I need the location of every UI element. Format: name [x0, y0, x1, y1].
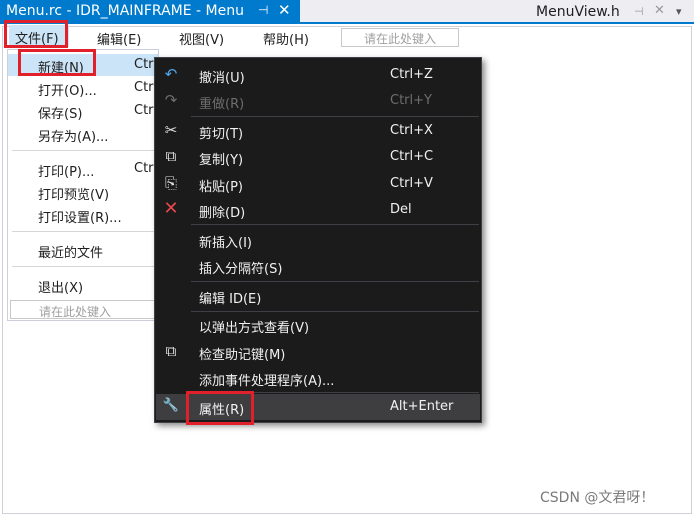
file-menu-item-print-preview[interactable]: 打印预览(V) [8, 181, 158, 203]
designer-menubar: 文件(F) 编辑(E) 视图(V) 帮助(H) 请在此处键入 [3, 25, 691, 49]
context-item-edit-id[interactable]: 编辑 ID(E) [156, 283, 480, 309]
menu-item-label: 最近的文件 [38, 246, 104, 261]
menu-separator [191, 116, 479, 117]
redo-icon: ↷ [164, 91, 178, 109]
menu-item-shortcut: Ctrl+Y [390, 93, 432, 108]
highlight-box-properties [186, 391, 254, 425]
menu-separator [12, 231, 156, 232]
file-menu-item-save[interactable]: 保存(S) Ctr [8, 100, 158, 122]
context-item-copy[interactable]: ⧉ 复制(Y) Ctrl+C [156, 144, 480, 170]
menu-item-label: 打印设置(R)... [38, 211, 122, 226]
menu-item-label: 重做(R) [199, 97, 245, 112]
context-item-redo[interactable]: ↷ 重做(R) Ctrl+Y [156, 88, 480, 114]
menu-separator [12, 266, 156, 267]
menu-item-shortcut: Alt+Enter [390, 399, 454, 414]
context-item-undo[interactable]: ↶ 撤消(U) Ctrl+Z [156, 62, 480, 88]
menu-item-label: 删除(D) [199, 206, 246, 221]
menu-item-label: 撤消(U) [199, 71, 245, 86]
highlight-box-new [18, 49, 96, 76]
menu-item-label: 粘贴(P) [199, 180, 243, 195]
menu-item-label: 退出(X) [38, 281, 84, 296]
menu-item-label: 打印(P)... [38, 165, 95, 180]
pin-icon[interactable]: ⊣ [258, 3, 268, 17]
context-item-add-event-handler[interactable]: 添加事件处理程序(A)... [156, 365, 480, 391]
file-dropdown-menu: 新建(N) Ctrl 打开(O)... Ctrl 保存(S) Ctr 另存为(A… [7, 49, 160, 321]
file-menu-item-open[interactable]: 打开(O)... Ctrl [8, 77, 158, 99]
file-menu-item-exit[interactable]: 退出(X) [8, 274, 158, 296]
wrench-icon: 🔧 [162, 398, 180, 413]
menu-item-shortcut: Ctr [134, 103, 154, 118]
menubar-item-view[interactable]: 视图(V) [179, 29, 224, 48]
file-menu-item-save-as[interactable]: 另存为(A)... [8, 123, 158, 145]
menu-item-shortcut: Ctrl+Z [390, 67, 433, 82]
context-item-paste[interactable]: ⎘ 粘贴(P) Ctrl+V [156, 171, 480, 197]
menubar-item-help[interactable]: 帮助(H) [263, 29, 309, 48]
menu-item-label: 检查助记键(M) [199, 348, 286, 363]
document-tab-strip: Menu.rc - IDR_MAINFRAME - Menu ⊣ ✕ MenuV… [0, 0, 694, 24]
check-mnemonics-icon: ⧉ [165, 342, 177, 360]
file-menu-item-print-setup[interactable]: 打印设置(R)... [8, 204, 158, 226]
menu-item-shortcut: Ctrl+X [390, 123, 433, 138]
menubar-item-edit[interactable]: 编辑(E) [97, 29, 141, 48]
menu-item-label: 另存为(A)... [38, 130, 109, 145]
context-item-delete[interactable]: ✕ 删除(D) Del [156, 197, 480, 223]
context-item-new-insert[interactable]: 新插入(I) [156, 227, 480, 253]
menubar-type-here-input[interactable]: 请在此处键入 [341, 28, 459, 47]
tab-title: Menu.rc - IDR_MAINFRAME - Menu [6, 3, 244, 19]
cut-icon: ✂ [164, 121, 178, 139]
menu-item-shortcut: Ctrl+C [390, 149, 434, 164]
close-icon[interactable]: ✕ [278, 1, 291, 19]
menu-item-label: 打开(O)... [38, 84, 97, 99]
menu-item-label: 复制(Y) [199, 153, 244, 168]
context-item-cut[interactable]: ✂ 剪切(T) Ctrl+X [156, 118, 480, 144]
menu-item-shortcut: Del [390, 202, 412, 217]
menu-separator [191, 281, 479, 282]
pin-icon[interactable]: ⊣ [634, 5, 644, 18]
copy-icon: ⧉ [165, 147, 177, 165]
menu-item-label: 保存(S) [38, 107, 83, 122]
highlight-box-file [4, 20, 68, 48]
menu-item-label: 插入分隔符(S) [199, 262, 283, 277]
close-icon[interactable]: ✕ [654, 3, 665, 18]
menu-item-shortcut: Ctr [134, 161, 154, 176]
context-item-view-as-popup[interactable]: 以弹出方式查看(V) [156, 312, 480, 338]
context-menu: ↶ 撤消(U) Ctrl+Z ↷ 重做(R) Ctrl+Y ✂ 剪切(T) Ct… [154, 57, 482, 423]
menu-item-label: 剪切(T) [199, 127, 244, 142]
menu-item-shortcut: Ctrl+V [390, 176, 433, 191]
file-menu-item-print[interactable]: 打印(P)... Ctr [8, 158, 158, 180]
menu-item-label: 添加事件处理程序(A)... [199, 374, 335, 389]
undo-icon: ↶ [164, 65, 178, 83]
menu-item-label: 打印预览(V) [38, 188, 110, 203]
context-item-check-mnemonics[interactable]: ⧉ 检查助记键(M) [156, 339, 480, 365]
menu-item-label: 新插入(I) [199, 236, 252, 251]
file-menu-type-here-input[interactable]: 请在此处键入 [10, 300, 160, 319]
menu-separator [12, 150, 156, 151]
context-item-insert-separator[interactable]: 插入分隔符(S) [156, 253, 480, 279]
watermark: CSDN @文君呀！ [540, 490, 655, 506]
chevron-down-icon[interactable]: ▾ [676, 5, 682, 18]
menu-item-label: 以弹出方式查看(V) [199, 321, 310, 336]
tab-title: MenuView.h [536, 4, 620, 20]
file-menu-item-recent-files[interactable]: 最近的文件 [8, 239, 158, 261]
menu-item-label: 编辑 ID(E) [199, 292, 262, 307]
delete-icon: ✕ [163, 198, 179, 219]
tab-menuview-h[interactable]: MenuView.h ⊣ ✕ ▾ [530, 0, 694, 24]
paste-icon: ⎘ [164, 174, 177, 192]
menu-separator [191, 224, 479, 225]
